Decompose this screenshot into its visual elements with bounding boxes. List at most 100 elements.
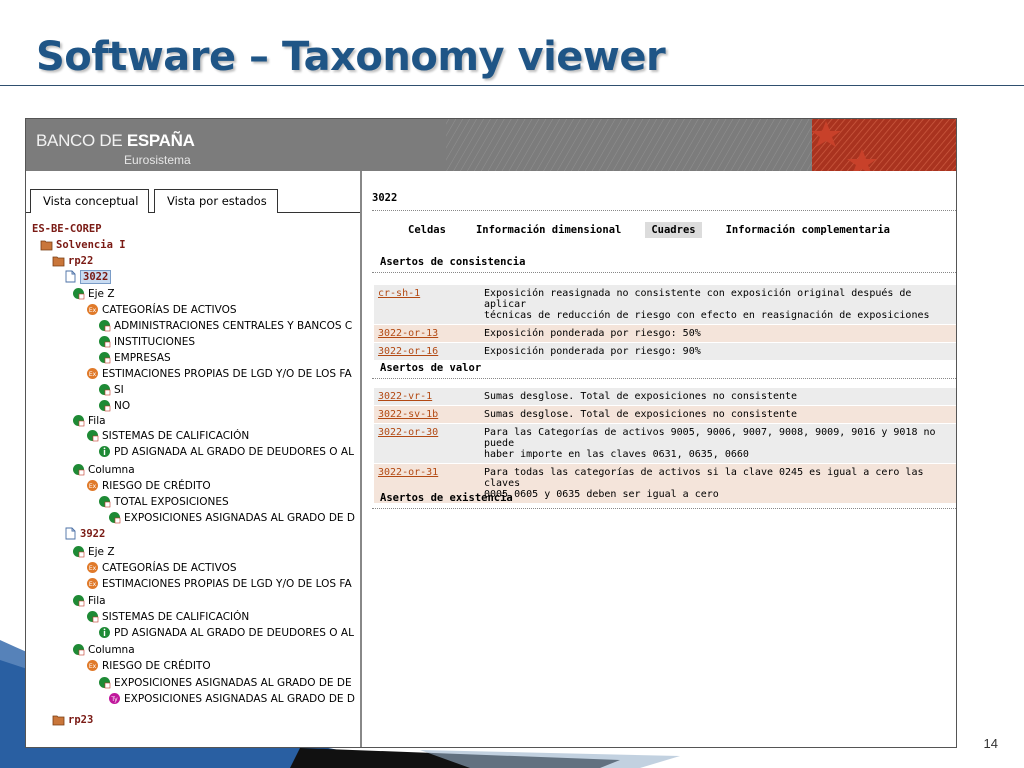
tree-item-rp23[interactable]: rp23 xyxy=(52,712,93,727)
tree-item-fila[interactable]: Fila xyxy=(72,413,106,428)
tree-root[interactable]: ES-BE-COREP xyxy=(32,221,102,236)
tree-item-3022[interactable]: 3022 xyxy=(64,269,112,284)
tree-item-expos-asignadas-3[interactable]: Ty EXPOSICIONES ASIGNADAS AL GRADO DE D xyxy=(108,691,355,706)
brand-light: BANCO DE xyxy=(36,131,127,150)
divider xyxy=(372,210,956,211)
tab-vista-por-estados[interactable]: Vista por estados xyxy=(154,189,278,213)
tree-label: INSTITUCIONES xyxy=(114,335,196,348)
member-icon xyxy=(99,496,111,508)
tree-item-estimaciones[interactable]: Ex ESTIMACIONES PROPIAS DE LGD Y/O DE LO… xyxy=(86,366,352,381)
nav-celdas[interactable]: Celdas xyxy=(402,222,452,238)
axis-icon xyxy=(73,464,85,476)
tree-item-expos-asignadas[interactable]: EXPOSICIONES ASIGNADAS AL GRADO DE D xyxy=(108,510,355,525)
tree-item-riesgo-2[interactable]: Ex RIESGO DE CRÉDITO xyxy=(86,658,211,673)
tree-item-expos-asignadas-2[interactable]: EXPOSICIONES ASIGNADAS AL GRADO DE DE xyxy=(98,675,352,690)
tree-label: RIESGO DE CRÉDITO xyxy=(102,479,211,492)
detail-title: 3022 xyxy=(372,192,398,204)
tree-item-fila-2[interactable]: Fila xyxy=(72,593,106,608)
tree-item-categorias-2[interactable]: Ex CATEGORÍAS DE ACTIVOS xyxy=(86,560,237,575)
member-icon xyxy=(99,677,111,689)
dimension-icon: Ex xyxy=(87,480,98,491)
tree-label: CATEGORÍAS DE ACTIVOS xyxy=(102,303,237,316)
tree-item-si[interactable]: SI xyxy=(98,382,124,397)
tree-label: PD ASIGNADA AL GRADO DE DEUDORES O AL xyxy=(114,445,354,458)
assertion-link[interactable]: cr-sh-1 xyxy=(374,285,480,324)
tree-item-sistemas[interactable]: SISTEMAS DE CALIFICACIÓN xyxy=(86,428,249,443)
svg-text:Ex: Ex xyxy=(89,565,97,572)
tree-label: rp23 xyxy=(68,713,94,726)
dimension-icon: Ex xyxy=(87,578,98,589)
tree-label: 3922 xyxy=(80,527,106,540)
page-number: 14 xyxy=(983,736,998,751)
table-row: 3022-or-16 Exposición ponderada por ries… xyxy=(374,343,956,361)
app-header: BANCO DE ESPAÑA Eurosistema xyxy=(26,119,956,171)
assertion-description: Exposición ponderada por riesgo: 50% xyxy=(484,328,701,339)
svg-text:Ex: Ex xyxy=(89,483,97,490)
desc-line: Para las Categorías de activos 9005, 900… xyxy=(484,427,936,449)
tree-item-no[interactable]: NO xyxy=(98,398,130,413)
assertion-description: Para todas las categorías de activos si … xyxy=(480,464,956,503)
tree-item-eje-z-2[interactable]: Eje Z xyxy=(72,544,115,559)
nav-cuadres[interactable]: Cuadres xyxy=(645,222,702,238)
nav-informacion-dimensional[interactable]: Información dimensional xyxy=(470,222,627,238)
detail-nav: Celdas Información dimensional Cuadres I… xyxy=(402,222,896,238)
tree-root-label: ES-BE-COREP xyxy=(32,222,102,235)
tab-vista-conceptual[interactable]: Vista conceptual xyxy=(30,189,150,213)
member-icon xyxy=(109,512,121,524)
assertion-link[interactable]: 3022-or-30 xyxy=(374,424,480,463)
tree-label: PD ASIGNADA AL GRADO DE DEUDORES O AL xyxy=(114,626,354,639)
tree-label: Fila xyxy=(88,414,106,427)
assertion-link[interactable]: 3022-vr-1 xyxy=(374,388,480,405)
member-icon xyxy=(99,352,111,364)
tree-item-categorias[interactable]: Ex CATEGORÍAS DE ACTIVOS xyxy=(86,302,237,317)
table-row: 3022-or-13 Exposición ponderada por ries… xyxy=(374,325,956,343)
assertion-link[interactable]: 3022-or-13 xyxy=(374,325,480,342)
tree-item-solvencia[interactable]: Solvencia I xyxy=(40,237,126,252)
typed-member-icon: Ty xyxy=(109,693,120,704)
table-row: 3022-sv-1b Sumas desglose. Total de expo… xyxy=(374,406,956,424)
assertion-description: Para las Categorías de activos 9005, 900… xyxy=(480,424,956,463)
folder-icon xyxy=(52,256,65,267)
member-icon xyxy=(87,430,99,442)
tree-item-empresas[interactable]: EMPRESAS xyxy=(98,350,171,365)
axis-icon xyxy=(73,595,85,607)
tree-item-3922[interactable]: 3922 xyxy=(64,526,105,541)
assertion-link[interactable]: 3022-sv-1b xyxy=(374,406,480,423)
svg-text:Ex: Ex xyxy=(89,307,97,314)
tree-item-pd-asignada[interactable]: PD ASIGNADA AL GRADO DE DEUDORES O AL xyxy=(98,444,354,459)
member-icon xyxy=(99,336,111,348)
tree-item-columna[interactable]: Columna xyxy=(72,462,135,477)
info-icon xyxy=(99,446,110,457)
member-icon xyxy=(99,320,111,332)
nav-informacion-complementaria[interactable]: Información complementaria xyxy=(720,222,896,238)
folder-icon xyxy=(52,715,65,726)
desc-line: técnicas de reducción de riesgo con efec… xyxy=(484,310,930,321)
tree-item-estimaciones-2[interactable]: Ex ESTIMACIONES PROPIAS DE LGD Y/O DE LO… xyxy=(86,576,352,591)
tree-item-riesgo[interactable]: Ex RIESGO DE CRÉDITO xyxy=(86,478,211,493)
folder-icon xyxy=(40,240,53,251)
axis-icon xyxy=(73,546,85,558)
tree-item-eje-z[interactable]: Eje Z xyxy=(72,286,115,301)
desc-line: haber importe en las claves 0631, 0635, … xyxy=(484,449,749,460)
tree-item-instituciones[interactable]: INSTITUCIONES xyxy=(98,334,195,349)
tree-item-total-expos[interactable]: TOTAL EXPOSICIONES xyxy=(98,494,229,509)
tree-item-sistemas-2[interactable]: SISTEMAS DE CALIFICACIÓN xyxy=(86,609,249,624)
table-row: cr-sh-1 Exposición reasignada no consist… xyxy=(374,285,956,325)
tree-item-pd-asignada-2[interactable]: PD ASIGNADA AL GRADO DE DEUDORES O AL xyxy=(98,625,354,640)
tree-item-rp22[interactable]: rp22 xyxy=(52,253,93,268)
info-icon xyxy=(99,627,110,638)
assertion-link[interactable]: 3022-or-16 xyxy=(374,343,480,360)
tree-item-columna-2[interactable]: Columna xyxy=(72,642,135,657)
tree-label: TOTAL EXPOSICIONES xyxy=(114,495,229,508)
tree-item-admin-centrales[interactable]: ADMINISTRACIONES CENTRALES Y BANCOS C xyxy=(98,318,352,333)
tree-label: Fila xyxy=(88,594,106,607)
axis-icon xyxy=(73,415,85,427)
divider xyxy=(372,508,956,509)
tree-label: ESTIMACIONES PROPIAS DE LGD Y/O DE LOS F… xyxy=(102,367,352,380)
table-row: 3022-vr-1 Sumas desglose. Total de expos… xyxy=(374,388,956,406)
desc-line: Exposición reasignada no consistente con… xyxy=(484,288,912,310)
tree-label: SI xyxy=(114,383,124,396)
member-icon xyxy=(99,400,111,412)
brand-bold: ESPAÑA xyxy=(126,131,195,150)
section-valor: Asertos de valor xyxy=(380,362,482,374)
